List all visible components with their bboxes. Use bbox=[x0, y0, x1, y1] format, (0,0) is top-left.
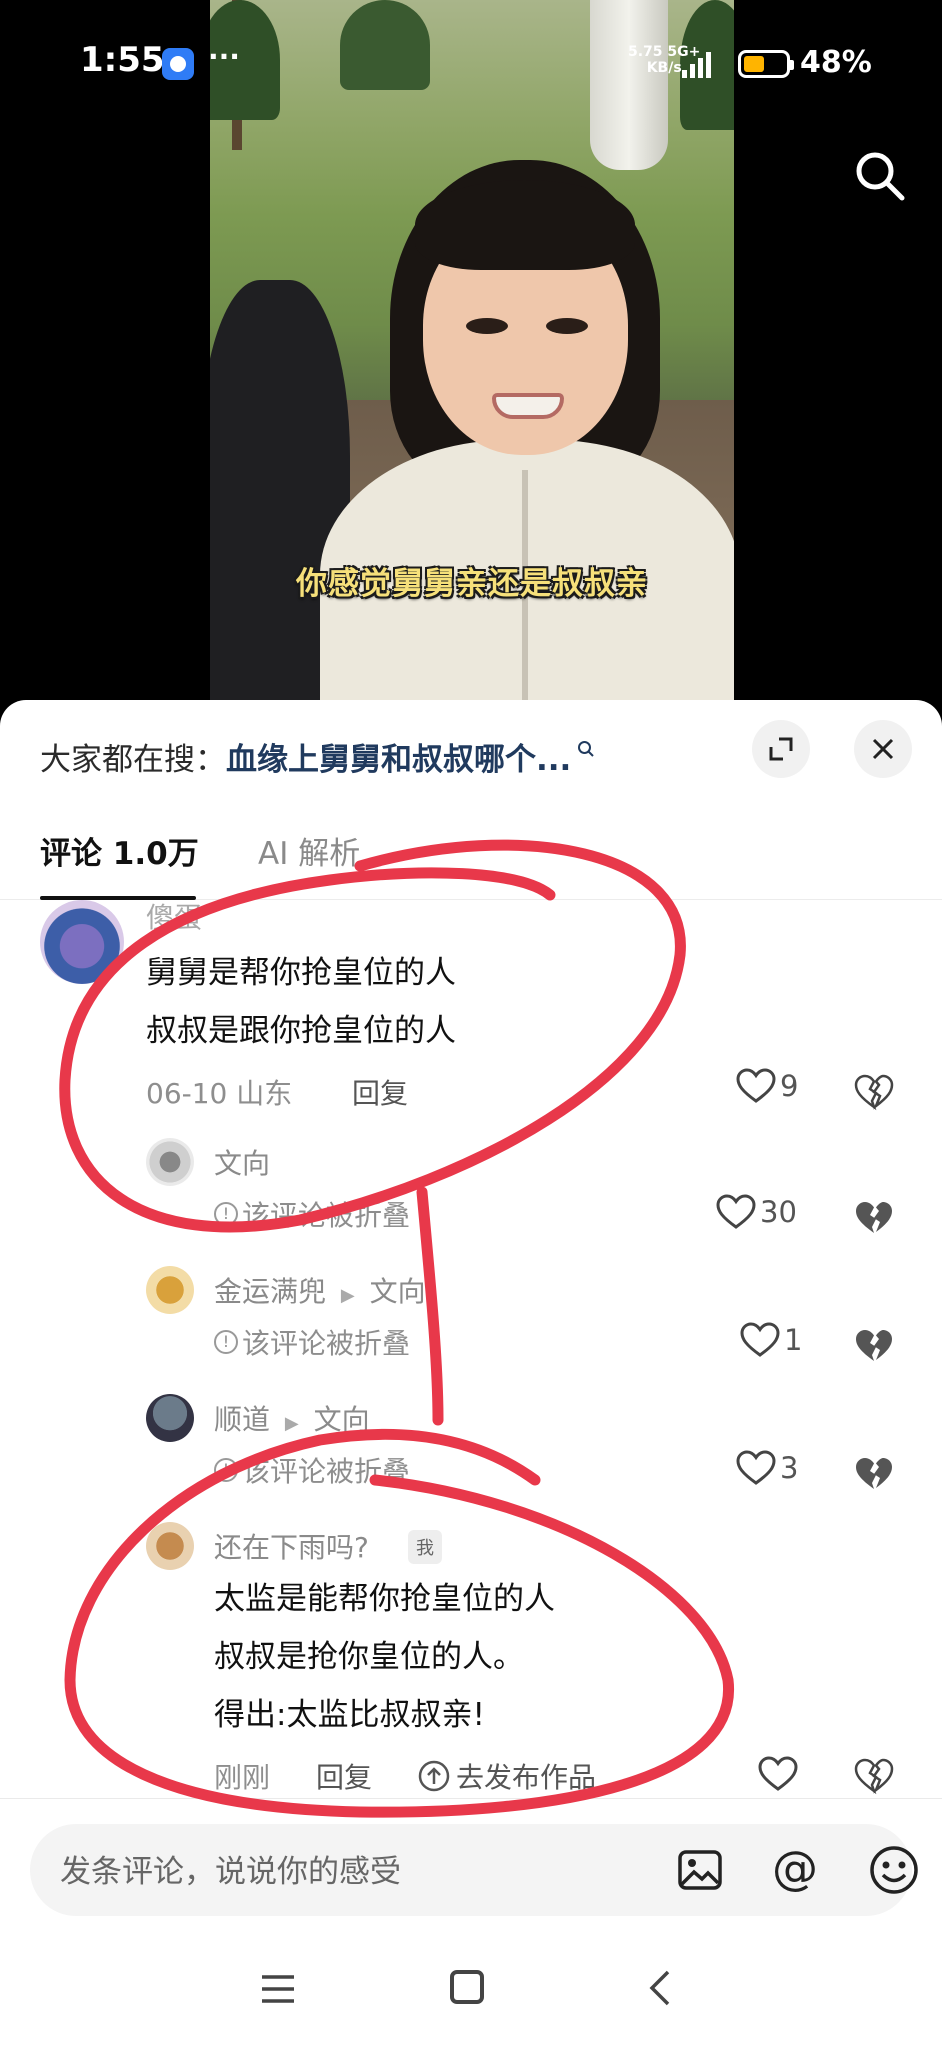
like-count: 1 bbox=[784, 1323, 803, 1357]
folded-text: 该评论被折叠 bbox=[242, 1327, 411, 1360]
reply-target: 文向 bbox=[369, 1275, 426, 1308]
folded-notice[interactable]: ! 该评论被折叠 bbox=[214, 1450, 410, 1490]
related-search-prefix: 大家都在搜： bbox=[40, 741, 226, 778]
like-count: 30 bbox=[760, 1195, 797, 1229]
heart-icon[interactable] bbox=[758, 1756, 798, 1792]
smile bbox=[492, 393, 564, 419]
heart-icon bbox=[716, 1194, 756, 1229]
folded-text: 该评论被折叠 bbox=[242, 1455, 411, 1488]
girl-bangs bbox=[415, 180, 635, 270]
comment-composer[interactable]: 发条评论，说说你的感受 @ bbox=[30, 1824, 918, 1916]
battery-icon bbox=[738, 50, 794, 78]
reply-username-text: 顺道 bbox=[214, 1403, 271, 1436]
comment-tabs: 评论 1.0万 AI 解析 bbox=[0, 820, 942, 900]
avatar[interactable] bbox=[146, 1138, 194, 1186]
reply-arrow-icon: ▶ bbox=[340, 1285, 355, 1306]
reply-arrow-icon: ▶ bbox=[284, 1413, 299, 1434]
signal-icon bbox=[682, 52, 711, 78]
upload-icon bbox=[418, 1760, 450, 1792]
home-icon[interactable] bbox=[450, 1970, 484, 2004]
publish-button[interactable]: 去发布作品 bbox=[418, 1756, 596, 1796]
app-notification-icon bbox=[162, 48, 194, 80]
reply-username[interactable]: 顺道 ▶ 文向 bbox=[214, 1398, 370, 1438]
comment-line: 舅舅是帮你抢皇位的人 bbox=[146, 955, 456, 991]
reply-button[interactable]: 回复 bbox=[352, 1072, 408, 1112]
comment-time: 刚刚 bbox=[214, 1761, 271, 1794]
search-icon bbox=[578, 741, 595, 757]
heart-icon bbox=[736, 1450, 776, 1485]
like-button[interactable]: 3 bbox=[736, 1450, 798, 1486]
tab-comments[interactable]: 评论 1.0万 bbox=[40, 828, 199, 873]
like-button[interactable]: 1 bbox=[740, 1322, 802, 1358]
me-badge: 我 bbox=[408, 1530, 442, 1564]
comment-date-location: 06-10 山东 bbox=[146, 1077, 293, 1110]
more-notifications: ··· bbox=[208, 40, 240, 73]
status-bar: 1:55 ··· 5.75 5G+ KB/s 48% bbox=[0, 0, 942, 130]
info-icon: ! bbox=[214, 1330, 238, 1354]
related-search-query[interactable]: 血缘上舅舅和叔叔哪个... bbox=[226, 734, 571, 779]
mention-button[interactable]: @ bbox=[772, 1842, 818, 1894]
avatar[interactable] bbox=[146, 1522, 194, 1570]
broken-heart-icon[interactable] bbox=[854, 1756, 894, 1796]
comment-line: 得出:太监比叔叔亲! bbox=[214, 1697, 485, 1733]
image-icon[interactable] bbox=[676, 1846, 724, 1894]
like-count: 9 bbox=[780, 1069, 799, 1103]
tab-ai-analysis[interactable]: AI 解析 bbox=[258, 828, 360, 873]
comment-line: 叔叔是抢你皇位的人。 bbox=[214, 1639, 524, 1675]
close-icon bbox=[872, 738, 894, 760]
like-button[interactable]: 30 bbox=[716, 1194, 797, 1230]
comment-input[interactable]: 发条评论，说说你的感受 bbox=[60, 1846, 401, 1891]
like-count: 3 bbox=[780, 1451, 799, 1485]
menu-icon[interactable] bbox=[260, 1972, 296, 2006]
comment-line: 太监是能帮你抢皇位的人 bbox=[214, 1581, 555, 1617]
eye bbox=[546, 318, 588, 334]
folded-notice[interactable]: ! 该评论被折叠 bbox=[214, 1322, 410, 1362]
video-subtitle: 你感觉舅舅亲还是叔叔亲 bbox=[296, 566, 648, 602]
broken-heart-icon[interactable] bbox=[854, 1198, 894, 1238]
eye bbox=[466, 318, 508, 334]
emoji-icon[interactable] bbox=[868, 1844, 920, 1896]
reply-username[interactable]: 还在下雨吗? bbox=[214, 1526, 369, 1566]
status-time: 1:55 bbox=[80, 40, 165, 80]
battery-percent: 48% bbox=[800, 45, 872, 80]
reply-username[interactable]: 金运满兜 ▶ 文向 bbox=[214, 1270, 426, 1310]
close-button[interactable] bbox=[854, 720, 912, 778]
heart-icon bbox=[736, 1068, 776, 1103]
search-icon[interactable] bbox=[852, 148, 908, 204]
info-icon: ! bbox=[214, 1458, 238, 1482]
broken-heart-icon[interactable] bbox=[854, 1072, 894, 1112]
comment-username[interactable]: 傻蛋 bbox=[146, 896, 202, 936]
publish-label: 去发布作品 bbox=[456, 1761, 597, 1794]
related-search[interactable]: 大家都在搜： 血缘上舅舅和叔叔哪个... bbox=[40, 728, 595, 784]
heart-icon bbox=[740, 1322, 780, 1357]
reply-username-text: 金运满兜 bbox=[214, 1275, 327, 1308]
back-icon[interactable] bbox=[644, 1968, 674, 2008]
avatar[interactable] bbox=[146, 1266, 194, 1314]
reply-target: 文向 bbox=[313, 1403, 370, 1436]
expand-button[interactable] bbox=[752, 720, 810, 778]
avatar[interactable] bbox=[146, 1394, 194, 1442]
reply-username[interactable]: 文向 bbox=[214, 1142, 270, 1182]
folded-text: 该评论被折叠 bbox=[242, 1199, 411, 1232]
system-nav-bar bbox=[0, 1950, 942, 2048]
broken-heart-icon[interactable] bbox=[854, 1454, 894, 1494]
reply-button[interactable]: 回复 bbox=[316, 1756, 372, 1796]
comment-line: 叔叔是跟你抢皇位的人 bbox=[146, 1013, 456, 1049]
info-icon: ! bbox=[214, 1202, 238, 1226]
video-player[interactable]: 你感觉舅舅亲还是叔叔亲 1:55 ··· 5.75 5G+ KB/s 48% bbox=[0, 0, 942, 720]
composer-divider bbox=[0, 1798, 942, 1799]
expand-icon bbox=[769, 737, 793, 761]
broken-heart-icon[interactable] bbox=[854, 1326, 894, 1366]
folded-notice[interactable]: ! 该评论被折叠 bbox=[214, 1194, 410, 1234]
like-button[interactable]: 9 bbox=[736, 1068, 798, 1104]
avatar[interactable] bbox=[40, 900, 124, 984]
